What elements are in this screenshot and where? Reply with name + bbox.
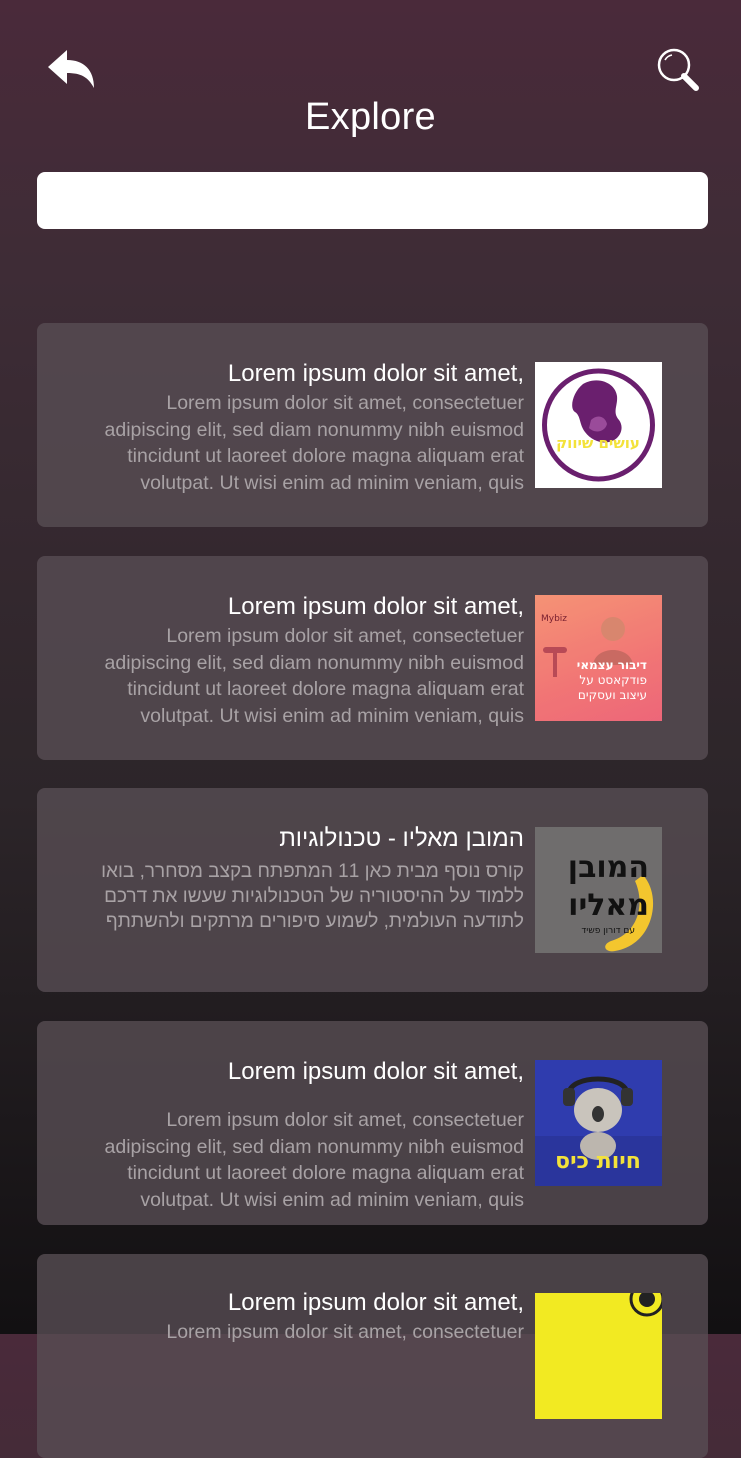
podcast-cover: עושים שיווק xyxy=(535,362,662,488)
list-item[interactable]: Lorem ipsum dolor sit amet, Lorem ipsum … xyxy=(37,323,708,527)
list-item[interactable]: Lorem ipsum dolor sit amet, Lorem ipsum … xyxy=(37,1021,708,1225)
description-line: tincidunt ut laoreet dolore magna aliqua… xyxy=(127,678,524,700)
search-input[interactable] xyxy=(37,172,708,229)
list-item-description: Lorem ipsum dolor sit amet, consectetuer… xyxy=(54,390,524,496)
list-item-description: קורס נוסף מבית כאן 11 המתפתח בקצב מסחרר,… xyxy=(54,859,524,934)
cover-text: דיבור עצמאי xyxy=(577,658,647,672)
back-button[interactable] xyxy=(44,46,100,94)
description-line: adipiscing elit, sed diam nonummy nibh e… xyxy=(104,1135,524,1158)
page-title: Explore xyxy=(305,96,436,138)
podcast-cover: חיות כיס xyxy=(535,1060,662,1186)
list-item-text: המובן מאליו - טכנולוגיות קורס נוסף מבית … xyxy=(54,824,524,934)
description-line: ללמוד על ההיסטוריה של הטכנולוגיות שעשו א… xyxy=(104,886,524,907)
cover-text: המובן xyxy=(568,850,649,885)
cover-text: עושים שיווק xyxy=(556,434,640,452)
cover-text: חיות כיס xyxy=(555,1149,641,1174)
search-button[interactable] xyxy=(654,46,702,94)
podcast-cover: Mybiz דיבור עצמאי פודקאסט על עיצוב ועסקי… xyxy=(535,595,662,721)
list-item-text: Lorem ipsum dolor sit amet, Lorem ipsum … xyxy=(54,1288,524,1346)
list-item-title: Lorem ipsum dolor sit amet, xyxy=(227,360,524,387)
podcast-cover xyxy=(535,1293,662,1419)
list-item-title: המובן מאליו - טכנולוגיות xyxy=(279,825,524,852)
list-item-title: Lorem ipsum dolor sit amet, xyxy=(227,1289,524,1316)
list-item[interactable]: Lorem ipsum dolor sit amet, Lorem ipsum … xyxy=(37,556,708,760)
cover-brand: Mybiz xyxy=(541,614,567,624)
list-item-text: Lorem ipsum dolor sit amet, Lorem ipsum … xyxy=(54,1057,524,1213)
list-item-text: Lorem ipsum dolor sit amet, Lorem ipsum … xyxy=(54,359,524,496)
description-line: Lorem ipsum dolor sit amet, consectetuer xyxy=(166,1321,524,1343)
cover-text: פודקאסט על xyxy=(579,673,647,687)
description-line: Lorem ipsum dolor sit amet, consectetuer xyxy=(166,392,524,414)
cover-subtext: עם דורון פשיד xyxy=(581,926,635,936)
description-line: volutpat. Ut wisi enim ad minim veniam, … xyxy=(140,1188,524,1211)
list-item-description: Lorem ipsum dolor sit amet, consectetuer… xyxy=(54,623,524,729)
list-item-title: Lorem ipsum dolor sit amet, xyxy=(227,1058,524,1085)
list-item-description: Lorem ipsum dolor sit amet, consectetuer xyxy=(54,1319,524,1346)
cover-text: עיצוב ועסקים xyxy=(578,688,647,702)
description-line: adipiscing elit, sed diam nonummy nibh e… xyxy=(104,418,524,441)
description-line: Lorem ipsum dolor sit amet, consectetuer xyxy=(166,625,524,647)
reply-arrow-icon xyxy=(48,50,94,88)
list-item-text: Lorem ipsum dolor sit amet, Lorem ipsum … xyxy=(54,592,524,729)
description-line: volutpat. Ut wisi enim ad minim veniam, … xyxy=(140,704,524,727)
list-item[interactable]: המובן מאליו - טכנולוגיות קורס נוסף מבית … xyxy=(37,788,708,992)
description-line: volutpat. Ut wisi enim ad minim veniam, … xyxy=(140,471,524,494)
description-line: Lorem ipsum dolor sit amet, consectetuer xyxy=(166,1109,524,1131)
description-line: adipiscing elit, sed diam nonummy nibh e… xyxy=(104,651,524,674)
description-line: tincidunt ut laoreet dolore magna aliqua… xyxy=(127,445,524,467)
cover-text: מאליו xyxy=(568,888,649,923)
list-item[interactable]: Lorem ipsum dolor sit amet, Lorem ipsum … xyxy=(37,1254,708,1458)
magnifier-icon xyxy=(657,48,699,91)
description-line: לתודעה העולמית, לשמוע סיפורים מרתקים ולה… xyxy=(105,911,524,932)
podcast-cover: המובן מאליו עם דורון פשיד xyxy=(535,827,662,953)
description-line: קורס נוסף מבית כאן 11 המתפתח בקצב מסחרר,… xyxy=(101,861,524,882)
description-line: tincidunt ut laoreet dolore magna aliqua… xyxy=(127,1162,524,1184)
list-item-description: Lorem ipsum dolor sit amet, consectetuer… xyxy=(54,1107,524,1213)
list-item-title: Lorem ipsum dolor sit amet, xyxy=(227,593,524,620)
